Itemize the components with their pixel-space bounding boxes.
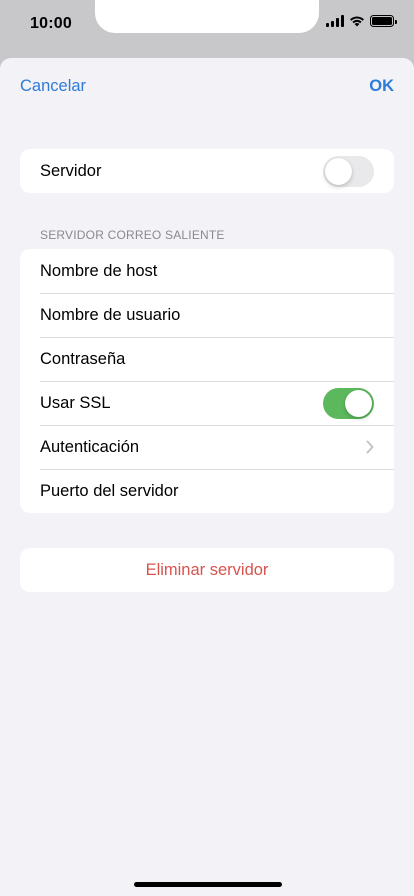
server-port-label: Puerto del servidor (40, 481, 179, 500)
username-label: Nombre de usuario (40, 305, 181, 324)
notch (95, 0, 319, 33)
username-row[interactable]: Nombre de usuario (20, 293, 394, 337)
server-port-row[interactable]: Puerto del servidor (20, 469, 394, 513)
authentication-label: Autenticación (40, 437, 140, 456)
chevron-right-icon (366, 440, 374, 454)
server-row: Servidor (20, 149, 394, 193)
host-name-label: Nombre de host (40, 261, 158, 280)
signal-icon (326, 15, 344, 27)
use-ssl-toggle[interactable] (323, 388, 374, 419)
cancel-button[interactable]: Cancelar (20, 77, 86, 96)
delete-server-button[interactable]: Eliminar servidor (20, 548, 394, 592)
section-header-outgoing: SERVIDOR CORREO SALIENTE (40, 228, 225, 242)
status-bar: 10:00 (0, 0, 414, 48)
settings-sheet: Cancelar OK Servidor SERVIDOR CORREO SAL… (0, 58, 414, 896)
server-group: Servidor (20, 149, 394, 193)
home-indicator (134, 882, 282, 887)
authentication-row[interactable]: Autenticación (20, 425, 394, 469)
password-label: Contraseña (40, 349, 126, 368)
use-ssl-row: Usar SSL (20, 381, 394, 425)
server-toggle[interactable] (323, 156, 374, 187)
status-icons (326, 15, 397, 27)
wifi-icon (350, 16, 364, 27)
delete-group: Eliminar servidor (20, 548, 394, 592)
nav-bar: Cancelar OK (0, 58, 414, 114)
password-row[interactable]: Contraseña (20, 337, 394, 381)
outgoing-server-group: Nombre de host Nombre de usuario Contras… (20, 249, 394, 513)
host-name-row[interactable]: Nombre de host (20, 249, 394, 293)
delete-server-label: Eliminar servidor (145, 560, 269, 579)
status-time: 10:00 (30, 15, 72, 32)
battery-icon (370, 15, 397, 27)
ok-button[interactable]: OK (369, 77, 394, 96)
